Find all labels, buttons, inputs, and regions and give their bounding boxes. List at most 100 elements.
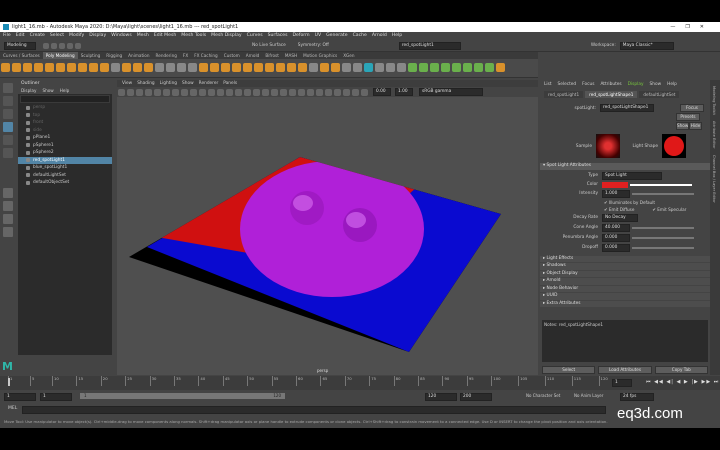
- shelf-tab-xgen[interactable]: XGen: [340, 52, 357, 59]
- viewport-scene[interactable]: [117, 97, 538, 375]
- spot-light-attributes-section[interactable]: ▾ Spot Light Attributes: [540, 163, 710, 170]
- layout-single-icon[interactable]: [3, 188, 13, 198]
- shelf-tool-35-icon[interactable]: [375, 63, 384, 72]
- copy-tab-button[interactable]: Copy Tab: [654, 366, 708, 374]
- shelf-tool-6-icon[interactable]: [56, 63, 65, 72]
- outliner-item-psphere2[interactable]: pSphere2: [18, 149, 112, 157]
- shelf-tool-14-icon[interactable]: [144, 63, 153, 72]
- viewport-tool-5-icon[interactable]: [154, 88, 161, 96]
- character-set-dropdown[interactable]: No Character Set: [526, 393, 560, 398]
- outliner-menu-show[interactable]: Show: [42, 87, 53, 94]
- fps-dropdown[interactable]: 24 fps: [620, 393, 654, 401]
- shelf-tab-curves-surfaces[interactable]: Curves / Surfaces: [0, 52, 43, 59]
- shelf-tool-30-icon[interactable]: [320, 63, 329, 72]
- viewport-tool-4-icon[interactable]: [145, 88, 152, 96]
- menu-arnold[interactable]: Arnold: [372, 32, 387, 40]
- attr-menu-display[interactable]: Display: [628, 82, 644, 87]
- outliner-menu-help[interactable]: Help: [60, 87, 70, 94]
- shelf-tool-12-icon[interactable]: [122, 63, 131, 72]
- shelf-tool-5-icon[interactable]: [45, 63, 54, 72]
- open-scene-icon[interactable]: [51, 42, 57, 49]
- shelf-tab-fx[interactable]: FX: [180, 52, 191, 59]
- attribute-editor-tab[interactable]: Attribute Editor: [712, 121, 716, 149]
- colorspace-dropdown[interactable]: sRGB gamma: [419, 88, 483, 96]
- vp-menu-panels[interactable]: Panels: [223, 80, 237, 87]
- outliner-item-top[interactable]: top: [18, 112, 112, 120]
- viewport-tool-28-icon[interactable]: [361, 88, 368, 96]
- scale-tool-icon[interactable]: [3, 148, 13, 158]
- menu-generate[interactable]: Generate: [326, 32, 347, 40]
- outliner-item-psphere1[interactable]: pSphere1: [18, 142, 112, 150]
- modeling-toolkit-tab[interactable]: Modeling Toolkit: [712, 86, 716, 115]
- shelf-tool-10-icon[interactable]: [100, 63, 109, 72]
- minimize-button[interactable]: —: [670, 24, 685, 30]
- menu-uv[interactable]: UV: [315, 32, 322, 40]
- outliner-item-defaultobjectset[interactable]: defaultObjectSet: [18, 179, 112, 187]
- viewport-tool-3-icon[interactable]: [136, 88, 143, 96]
- shelf-tool-15-icon[interactable]: [155, 63, 164, 72]
- shelf-tab-animation[interactable]: Animation: [125, 52, 152, 59]
- menu-set-dropdown[interactable]: Modeling: [4, 41, 36, 50]
- attr-menu-help[interactable]: Help: [667, 82, 677, 87]
- outliner-item-red_spotlight1[interactable]: red_spotLight1: [18, 156, 112, 164]
- color-swatch[interactable]: [602, 181, 628, 188]
- shelf-tool-1-icon[interactable]: [1, 63, 10, 72]
- viewport-tool-10-icon[interactable]: [199, 88, 206, 96]
- focus-button[interactable]: Focus: [680, 104, 704, 112]
- attr-menu-attributes[interactable]: Attributes: [600, 82, 621, 87]
- hide-button[interactable]: Hide: [689, 122, 702, 130]
- shelf-tool-46-icon[interactable]: [496, 63, 505, 72]
- intensity-slider[interactable]: [632, 192, 694, 195]
- shelf-tool-42-icon[interactable]: [452, 63, 461, 72]
- dropoff-slider[interactable]: [632, 246, 694, 249]
- current-frame-field[interactable]: 1: [612, 379, 632, 387]
- viewport-tool-16-icon[interactable]: [253, 88, 260, 96]
- shelf-tool-36-icon[interactable]: [386, 63, 395, 72]
- viewport-tool-27-icon[interactable]: [352, 88, 359, 96]
- viewport-tool-15-icon[interactable]: [244, 88, 251, 96]
- current-time-marker[interactable]: [8, 378, 10, 386]
- section-extra-attributes[interactable]: ▸ Extra Attributes: [540, 300, 710, 307]
- shelf-tool-38-icon[interactable]: [408, 63, 417, 72]
- save-scene-icon[interactable]: [59, 42, 65, 49]
- workspace-dropdown[interactable]: Maya Classic*: [619, 41, 674, 50]
- shelf-tool-45-icon[interactable]: [485, 63, 494, 72]
- undo-icon[interactable]: [67, 42, 73, 49]
- gamma-field[interactable]: 1.00: [395, 88, 413, 96]
- lasso-tool-icon[interactable]: [3, 96, 13, 106]
- color-slider[interactable]: [630, 183, 692, 186]
- menu-edit[interactable]: Edit: [16, 32, 25, 40]
- menu-display[interactable]: Display: [89, 32, 106, 40]
- shelf-tab-arnold[interactable]: Arnold: [243, 52, 263, 59]
- shelf-tool-21-icon[interactable]: [221, 63, 230, 72]
- section-arnold[interactable]: ▸ Arnold: [540, 278, 710, 285]
- playback-controls[interactable]: ⏮ ◀◀ ◀| ◀ ▶ |▶ ▶▶ ⏭: [646, 379, 719, 385]
- menu-modify[interactable]: Modify: [69, 32, 84, 40]
- shelf-tool-40-icon[interactable]: [430, 63, 439, 72]
- shelf-tool-19-icon[interactable]: [199, 63, 208, 72]
- dropoff-field[interactable]: 0.000: [602, 243, 630, 252]
- close-button[interactable]: ✕: [700, 24, 714, 30]
- shelf-tool-8-icon[interactable]: [78, 63, 87, 72]
- shelf-tool-3-icon[interactable]: [23, 63, 32, 72]
- viewport-tool-25-icon[interactable]: [334, 88, 341, 96]
- select-button[interactable]: Select: [542, 366, 596, 374]
- shelf-tool-23-icon[interactable]: [243, 63, 252, 72]
- mel-label[interactable]: MEL: [8, 406, 17, 411]
- redo-icon[interactable]: [75, 42, 81, 49]
- viewport-tool-21-icon[interactable]: [298, 88, 305, 96]
- vp-menu-lighting[interactable]: Lighting: [160, 80, 177, 87]
- type-dropdown[interactable]: Spot Light: [602, 171, 662, 180]
- shelf-tool-26-icon[interactable]: [276, 63, 285, 72]
- shelf-tab-bifrost[interactable]: Bifrost: [262, 52, 282, 59]
- shelf-tool-13-icon[interactable]: [133, 63, 142, 72]
- menu-curves[interactable]: Curves: [247, 32, 263, 40]
- node-tab-red_spotlight1[interactable]: red_spotLight1: [544, 90, 584, 98]
- time-slider[interactable]: 1 5 10 15 20 25 30 35 40 45 50 55 60 65 70 75 80 85 90 95 10…: [0, 376, 720, 390]
- shelf-tool-17-icon[interactable]: [177, 63, 186, 72]
- viewport-tool-14-icon[interactable]: [235, 88, 242, 96]
- viewport-tool-24-icon[interactable]: [325, 88, 332, 96]
- node-name-field[interactable]: red_spotLightShape1: [600, 104, 654, 112]
- cone-slider[interactable]: [632, 226, 694, 229]
- emit-specular-checkbox[interactable]: ✔ Emit Specular: [652, 207, 686, 212]
